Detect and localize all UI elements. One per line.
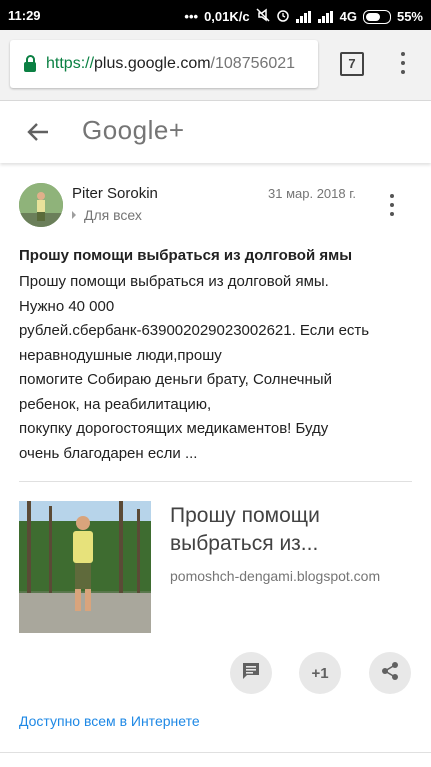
app-header: Google+	[0, 101, 431, 163]
signal-icon-2	[317, 10, 334, 23]
post-body: Прошу помощи выбраться из долговой ямы. …	[19, 273, 370, 462]
plus-one-label: +1	[311, 664, 329, 682]
post-title: Прошу помощи выбраться из долговой ямы	[19, 247, 353, 264]
status-time: 11:29	[8, 8, 41, 23]
status-more-icon: •••	[184, 9, 199, 24]
network-type: 4G	[339, 9, 357, 24]
url-text[interactable]: https://plus.google.com/108756021	[46, 55, 295, 73]
url-bar[interactable]: https://plus.google.com/108756021	[10, 40, 318, 88]
net-speed: 0,01K/c	[204, 9, 250, 24]
signal-icon	[295, 10, 312, 23]
link-domain[interactable]: pomoshch-dengami.blogspot.com	[170, 568, 415, 584]
comment-icon	[241, 661, 261, 686]
mute-icon	[256, 8, 270, 25]
divider	[19, 481, 412, 482]
google-plus-logo: Google+	[82, 115, 185, 145]
link-thumbnail[interactable]	[19, 501, 151, 633]
battery-icon	[362, 9, 391, 24]
status-bar: 11:29 ••• 0,01K/c 4G 55%	[0, 0, 431, 30]
post-menu-icon[interactable]	[389, 194, 395, 220]
arrow-right-icon	[72, 211, 76, 219]
post-date: 31 мар. 2018 г.	[268, 186, 356, 201]
author-name[interactable]: Piter Sorokin	[72, 185, 158, 202]
share-button[interactable]	[369, 652, 411, 694]
divider-bottom	[0, 752, 431, 753]
comment-button[interactable]	[230, 652, 272, 694]
visibility-link[interactable]: Доступно всем в Интернете	[19, 713, 200, 729]
back-arrow-icon[interactable]	[26, 121, 50, 143]
browser-menu-icon[interactable]	[400, 52, 406, 78]
status-icons: ••• 0,01K/c 4G 55%	[184, 8, 423, 25]
share-icon	[380, 661, 400, 686]
author-avatar[interactable]	[19, 183, 63, 227]
browser-toolbar: https://plus.google.com/108756021 7	[0, 30, 431, 101]
link-title[interactable]: Прошу помощи выбраться из...	[170, 502, 415, 558]
plus-one-button[interactable]: +1	[299, 652, 341, 694]
tab-switcher-button[interactable]: 7	[340, 52, 364, 76]
lock-icon	[24, 55, 36, 72]
alarm-icon	[276, 8, 290, 25]
post-audience: Для всех	[72, 207, 142, 223]
battery-percent: 55%	[396, 9, 423, 24]
